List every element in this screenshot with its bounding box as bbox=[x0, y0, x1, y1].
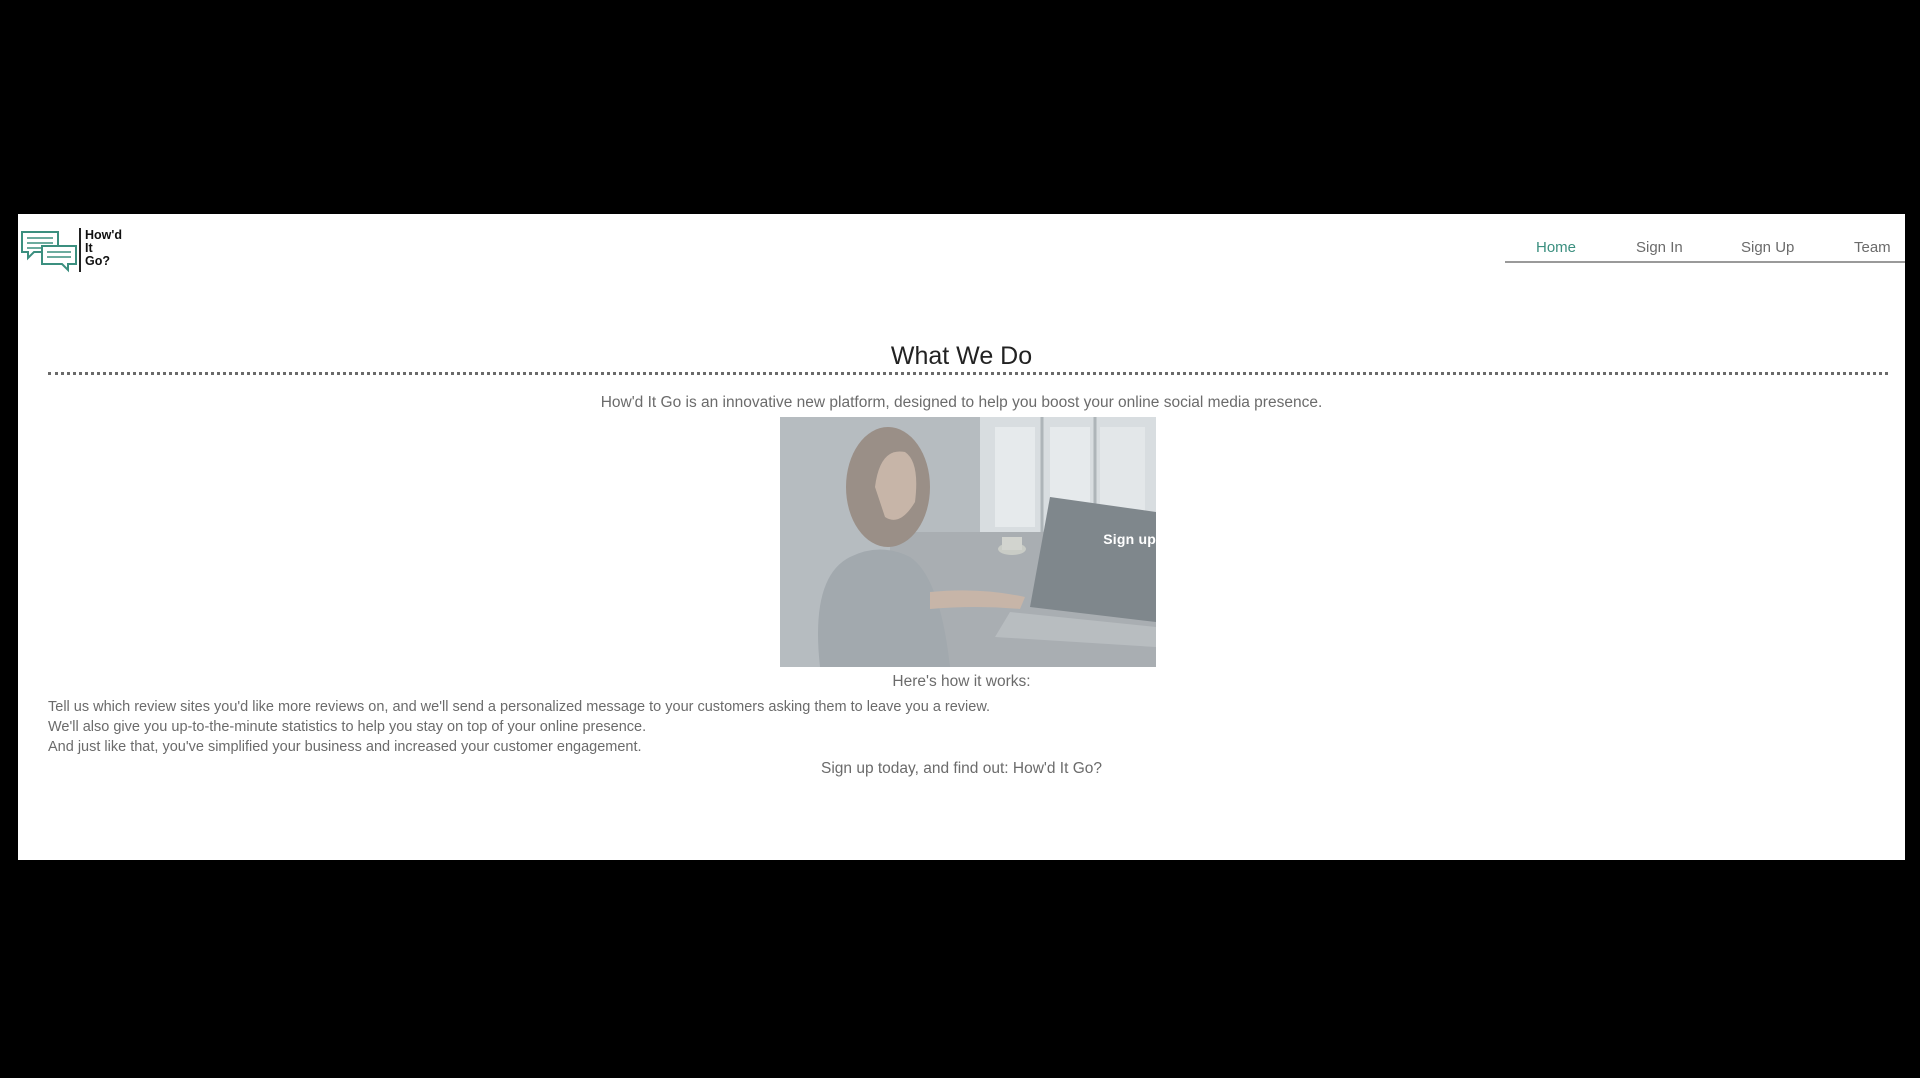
intro-text: How'd It Go is an innovative new platfor… bbox=[600, 394, 1323, 411]
nav-item-sign-in[interactable]: Sign In bbox=[1636, 239, 1683, 256]
title-divider bbox=[48, 372, 1888, 375]
hero-sign-up-link[interactable]: Sign up bbox=[1103, 531, 1156, 547]
nav-item-sign-up[interactable]: Sign Up bbox=[1741, 239, 1794, 256]
logo-divider bbox=[79, 228, 81, 272]
step-text: Tell us which review sites you'd like mo… bbox=[48, 699, 991, 715]
logo-line: Go? bbox=[85, 254, 110, 268]
page-title: What We Do bbox=[890, 342, 1033, 370]
page-container: How'd It Go? Home Sign In Sign Up Team W… bbox=[18, 214, 1905, 860]
hero-illustration bbox=[780, 417, 1156, 667]
nav-item-home[interactable]: Home bbox=[1536, 239, 1576, 256]
nav-item-team[interactable]: Team bbox=[1854, 239, 1891, 256]
hero-image: Sign up bbox=[780, 417, 1156, 667]
logo[interactable]: How'd It Go? bbox=[20, 228, 150, 278]
closing-text: Sign up today, and find out: How'd It Go… bbox=[821, 760, 1102, 777]
logo-wordmark: How'd It Go? bbox=[85, 229, 122, 268]
how-it-works-heading: Here's how it works: bbox=[892, 673, 1031, 690]
main-nav: Home Sign In Sign Up Team bbox=[1505, 227, 1905, 263]
step-text: We'll also give you up-to-the-minute sta… bbox=[48, 719, 647, 735]
step-text: And just like that, you've simplified yo… bbox=[48, 739, 642, 755]
steps-list: Tell us which review sites you'd like mo… bbox=[48, 697, 990, 757]
